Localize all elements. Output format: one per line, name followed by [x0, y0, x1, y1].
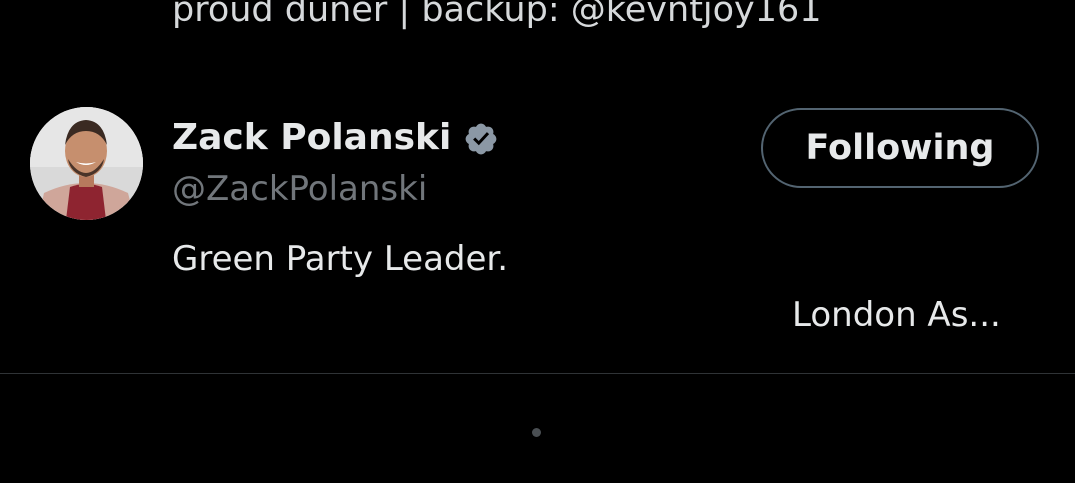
- user-display-name[interactable]: Zack Polanski: [172, 114, 451, 162]
- loading-dot-icon: [532, 428, 541, 437]
- user-bio: Green Party Leader.: [172, 239, 509, 279]
- avatar[interactable]: [30, 107, 143, 220]
- divider: [0, 373, 1075, 374]
- user-location: London As...: [792, 295, 1001, 335]
- user-cell[interactable]: Zack Polanski @ZackPolanski Following Gr…: [0, 0, 1075, 373]
- following-button[interactable]: Following: [761, 108, 1039, 188]
- verified-badge-icon: [465, 123, 497, 155]
- user-handle[interactable]: @ZackPolanski: [172, 166, 427, 212]
- avatar-image: [30, 107, 143, 220]
